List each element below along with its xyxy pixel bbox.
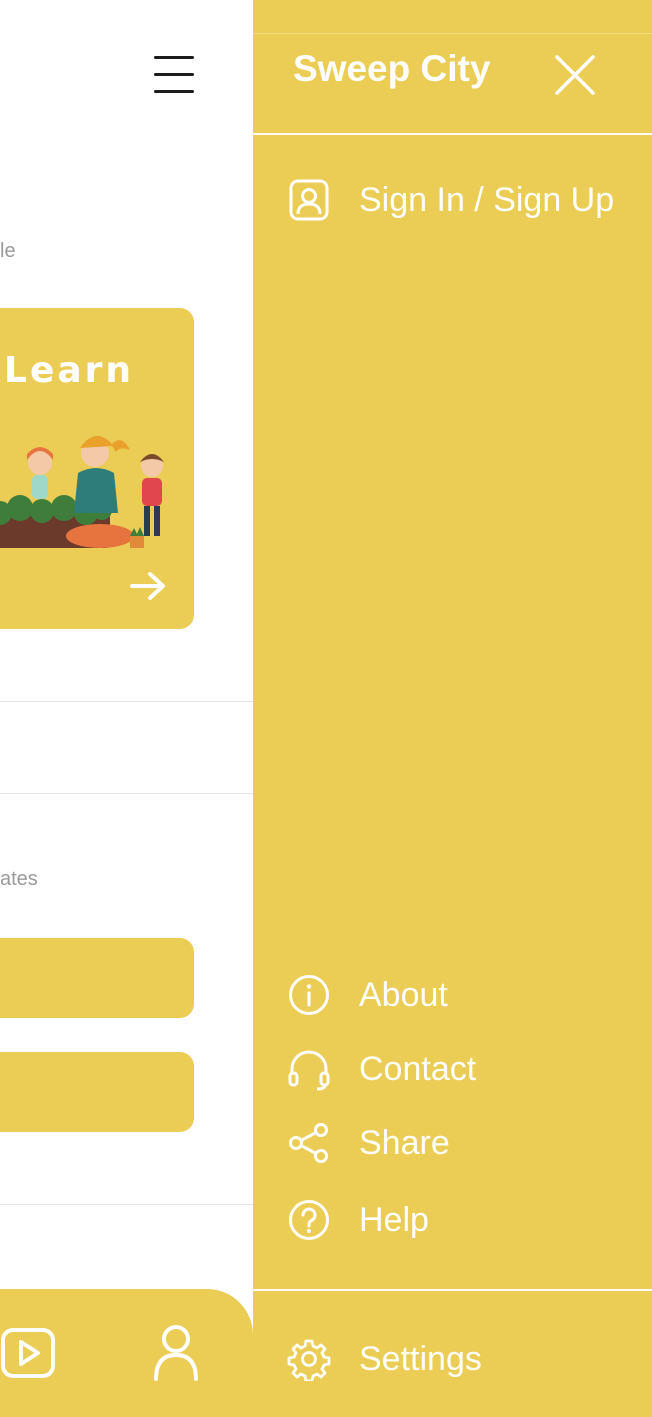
sign-in-label: Sign In / Sign Up [359, 181, 615, 219]
drawer-top-line [253, 33, 652, 34]
close-icon[interactable] [551, 51, 599, 99]
background-page: le Learn ates [0, 0, 253, 1417]
share-label: Share [359, 1124, 450, 1162]
help-item[interactable]: Help [287, 1192, 627, 1248]
bottom-nav [0, 1289, 253, 1417]
partial-text-top: le [0, 240, 16, 262]
help-label: Help [359, 1201, 429, 1239]
user-icon[interactable] [152, 1323, 200, 1383]
gear-icon [287, 1339, 331, 1381]
action-button-1[interactable] [0, 938, 194, 1018]
action-button-2[interactable] [0, 1052, 194, 1132]
about-item[interactable]: About [287, 967, 627, 1023]
help-icon [289, 1200, 329, 1240]
headset-icon [288, 1050, 330, 1091]
contact-label: Contact [359, 1050, 477, 1088]
drawer-title: Sweep City [293, 48, 491, 89]
divider [0, 793, 253, 794]
menu-icon[interactable] [151, 52, 197, 98]
settings-label: Settings [359, 1340, 482, 1378]
learn-card[interactable]: Learn [0, 308, 194, 629]
navigation-drawer: Sweep City Sign In / Sign Up About Conta… [253, 0, 652, 1417]
arrow-right-icon[interactable] [126, 566, 170, 606]
share-icon [289, 1123, 328, 1163]
play-icon[interactable] [0, 1325, 56, 1381]
user-badge-icon [289, 179, 329, 221]
settings-item[interactable]: Settings [287, 1331, 627, 1387]
gardening-illustration [0, 435, 164, 548]
learn-card-title: Learn [4, 350, 135, 391]
divider [0, 701, 253, 702]
contact-item[interactable]: Contact [287, 1041, 627, 1097]
share-item[interactable]: Share [287, 1115, 627, 1171]
partial-text-middle: ates [0, 868, 38, 890]
drawer-divider [253, 133, 652, 135]
divider [0, 1204, 253, 1205]
sign-in-item[interactable]: Sign In / Sign Up [287, 172, 627, 228]
drawer-divider [253, 1289, 652, 1291]
info-icon [289, 975, 329, 1015]
about-label: About [359, 976, 448, 1014]
